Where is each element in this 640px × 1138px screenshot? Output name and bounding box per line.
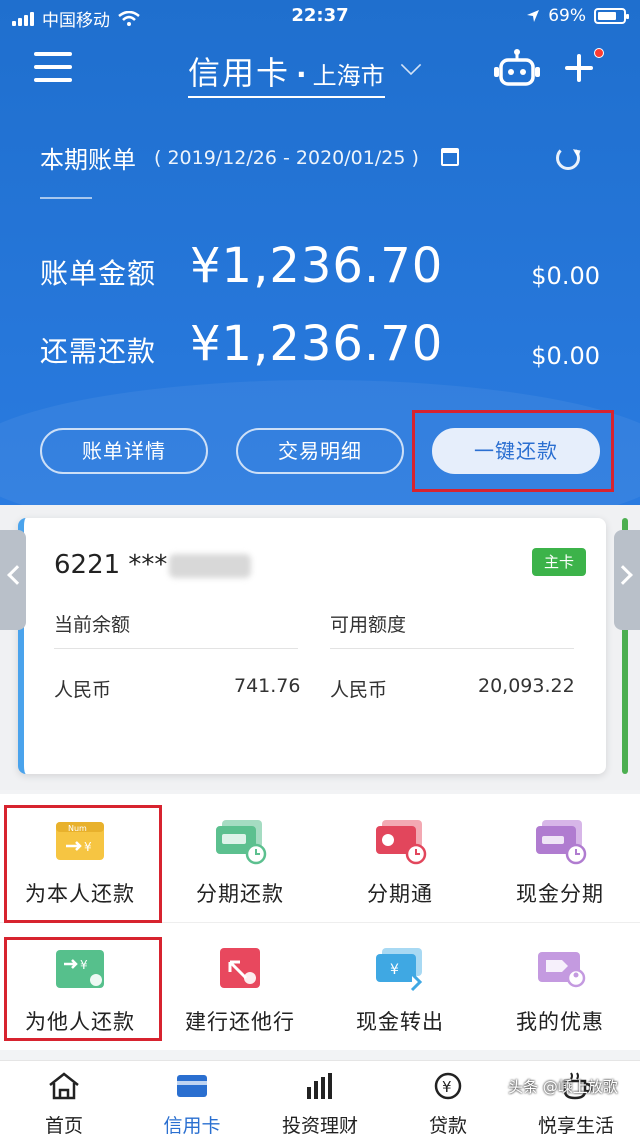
ccb-repay-other-bank-icon (220, 948, 260, 988)
battery-percent: 69% (548, 6, 586, 26)
credit-currency: 人民币 (330, 679, 388, 701)
period-dates: ( 2019/12/26 - 2020/01/25 ) (154, 146, 419, 169)
credit-card-icon (177, 1075, 207, 1097)
bill-period: 本期账单 ( 2019/12/26 - 2020/01/25 ) (40, 140, 419, 175)
credit-label: 可用额度 (330, 614, 407, 636)
installment-repay-icon (216, 820, 267, 865)
chevron-right-icon (613, 565, 633, 585)
balance-label: 当前余额 (54, 614, 131, 636)
cash-transfer-icon: ¥ (376, 948, 423, 992)
highlight-box (412, 410, 614, 492)
bill-details-button[interactable]: 账单详情 (40, 428, 208, 474)
watermark: 头条 @嵊上放歌 (508, 1078, 618, 1096)
my-offers-icon (538, 952, 586, 988)
balance-value: 741.76 (234, 675, 301, 697)
tab-label: 悦享生活 (537, 1115, 614, 1137)
bill-amount-usd: $0.00 (531, 262, 600, 290)
function-label: 分期还款 (196, 882, 284, 906)
highlight-box (4, 805, 162, 923)
status-bar: 中国移动 22:37 69% (0, 0, 640, 34)
cash-installment-icon (536, 820, 587, 865)
due-amount-usd: $0.00 (531, 342, 600, 370)
loan-icon: ¥ (434, 1072, 462, 1100)
divider (330, 648, 574, 649)
chevron-down-icon[interactable] (400, 54, 422, 76)
function-ccb-repay-other-bank[interactable]: 建行还他行 (160, 924, 320, 1050)
home-icon (49, 1072, 79, 1100)
highlight-box (4, 937, 162, 1041)
investment-icon (307, 1073, 332, 1099)
period-label: 本期账单 (40, 146, 136, 174)
due-amount-label: 还需还款 (40, 335, 157, 368)
next-card-button[interactable] (613, 530, 640, 630)
bill-amount: ¥1,236.70 (190, 238, 444, 294)
refresh-icon[interactable] (556, 146, 580, 170)
tab-label: 信用卡 (163, 1115, 221, 1137)
function-cash-transfer[interactable]: ¥ 现金转出 (320, 924, 480, 1050)
function-label: 分期通 (367, 882, 433, 906)
prev-card-button[interactable] (0, 530, 27, 630)
period-underline (40, 197, 92, 199)
location-icon (527, 10, 540, 22)
function-my-offers[interactable]: 我的优惠 (480, 924, 640, 1050)
transaction-details-button[interactable]: 交易明细 (236, 428, 404, 474)
tab-label: 投资理财 (281, 1115, 358, 1137)
function-label: 我的优惠 (516, 1010, 604, 1034)
menu-icon[interactable] (34, 52, 72, 82)
nav-title[interactable]: 信用卡 · 上海市 (188, 48, 385, 98)
nav-city: 上海市 (312, 62, 385, 90)
robot-icon[interactable] (494, 48, 540, 88)
tab-investment[interactable]: 投资理财 (256, 1061, 384, 1138)
function-cash-installment[interactable]: 现金分期 (480, 796, 640, 922)
tab-label: 贷款 (428, 1115, 467, 1137)
main-card-badge: 主卡 (532, 548, 586, 576)
function-installment-pass[interactable]: 分期通 (320, 796, 480, 922)
bottom-tab-bar: 首页 信用卡 投资理财 ¥ 贷款 悦享生活 (0, 1060, 640, 1138)
function-label: 现金转出 (356, 1010, 444, 1034)
function-label: 现金分期 (516, 882, 604, 906)
tab-credit-card[interactable]: 信用卡 (128, 1061, 256, 1138)
due-amount: ¥1,236.70 (190, 316, 444, 372)
tab-label: 首页 (44, 1115, 83, 1137)
credit-card-panel[interactable]: 6221 *** 主卡 当前余额 可用额度 人民币 741.76 人民币 20,… (18, 518, 606, 774)
svg-text:¥: ¥ (390, 962, 399, 978)
battery-icon (594, 8, 629, 24)
card-number-masked (169, 554, 251, 578)
tab-loan[interactable]: ¥ 贷款 (384, 1061, 512, 1138)
function-installment-repay[interactable]: 分期还款 (160, 796, 320, 922)
svg-text:¥: ¥ (442, 1078, 452, 1096)
notification-dot (594, 48, 604, 58)
top-nav: 信用卡 · 上海市 (0, 40, 640, 100)
calendar-icon[interactable] (441, 148, 459, 166)
credit-value: 20,093.22 (478, 675, 575, 697)
plus-icon[interactable] (565, 54, 593, 82)
chevron-left-icon (7, 565, 27, 585)
function-label: 建行还他行 (185, 1010, 295, 1034)
installment-pass-icon (376, 820, 427, 865)
bill-amount-label: 账单金额 (40, 257, 157, 290)
balance-currency: 人民币 (54, 679, 112, 701)
nav-title-text: 信用卡 (188, 54, 291, 92)
card-number: 6221 *** (54, 550, 168, 580)
divider (54, 648, 298, 649)
tab-home[interactable]: 首页 (0, 1061, 128, 1138)
tab-lifestyle[interactable]: 悦享生活 (512, 1061, 640, 1138)
nav-title-separator: · (296, 58, 307, 91)
